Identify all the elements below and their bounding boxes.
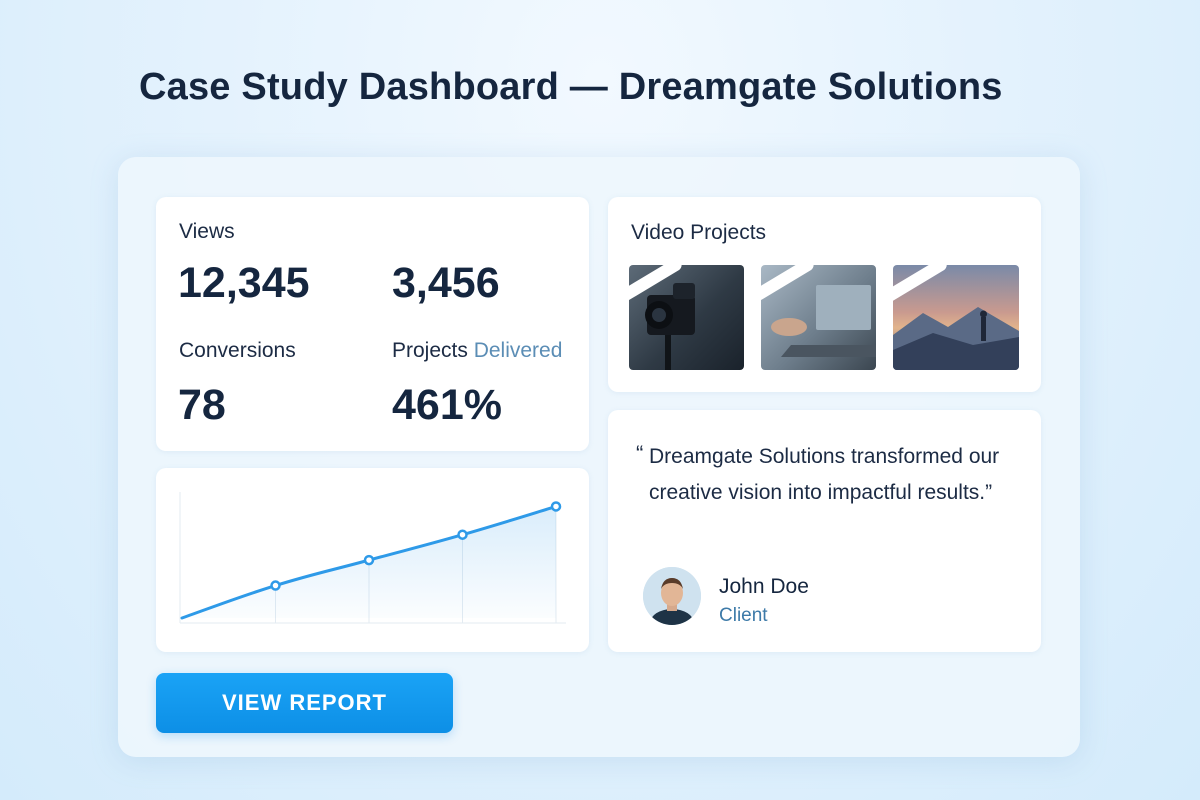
chart-data-point — [270, 580, 281, 591]
video-projects-title: Video Projects — [631, 221, 767, 244]
video-thumbnail-camera[interactable] — [629, 265, 744, 370]
video-thumbnail-mountain[interactable] — [893, 265, 1019, 370]
play-icon — [629, 265, 682, 301]
video-thumbnail-laptop[interactable] — [761, 265, 876, 370]
delivered-label-word: Delivered — [473, 339, 563, 362]
conversions-label: Conversions — [179, 339, 296, 362]
page-title: Case Study Dashboard — Dreamgate Solutio… — [139, 66, 1003, 108]
video-projects-card: Video Projects — [608, 197, 1041, 392]
chart-data-point — [550, 501, 562, 512]
chart-data-point — [457, 529, 468, 540]
projects-delivered-label: Projects Delivered — [392, 339, 562, 363]
views-value: 12,345 — [178, 259, 310, 307]
author-role: Client — [719, 605, 768, 626]
view-report-button[interactable]: VIEW REPORT — [156, 673, 453, 733]
open-quote-mark: “ — [636, 441, 644, 466]
avatar — [643, 567, 701, 625]
play-icon — [761, 265, 814, 301]
author-name: John Doe — [719, 575, 809, 598]
views-label: Views — [179, 220, 235, 243]
projects-delivered-value: 461% — [392, 381, 502, 429]
testimonial-quote: Dreamgate Solutions transformed our crea… — [649, 445, 1000, 504]
person-avatar-image — [643, 567, 701, 625]
conversions-value: 78 — [178, 381, 226, 429]
stats-card: Views 12,345 3,456 Conversions Projects … — [156, 197, 589, 451]
play-icon — [893, 265, 947, 301]
chart-data-point — [363, 554, 375, 566]
secondary-value: 3,456 — [392, 259, 500, 307]
testimonial-card: “ Dreamgate Solutions transformed our cr… — [608, 410, 1041, 652]
trend-chart-card — [156, 468, 589, 652]
trend-chart — [179, 492, 566, 624]
projects-label-word: Projects — [392, 339, 468, 362]
